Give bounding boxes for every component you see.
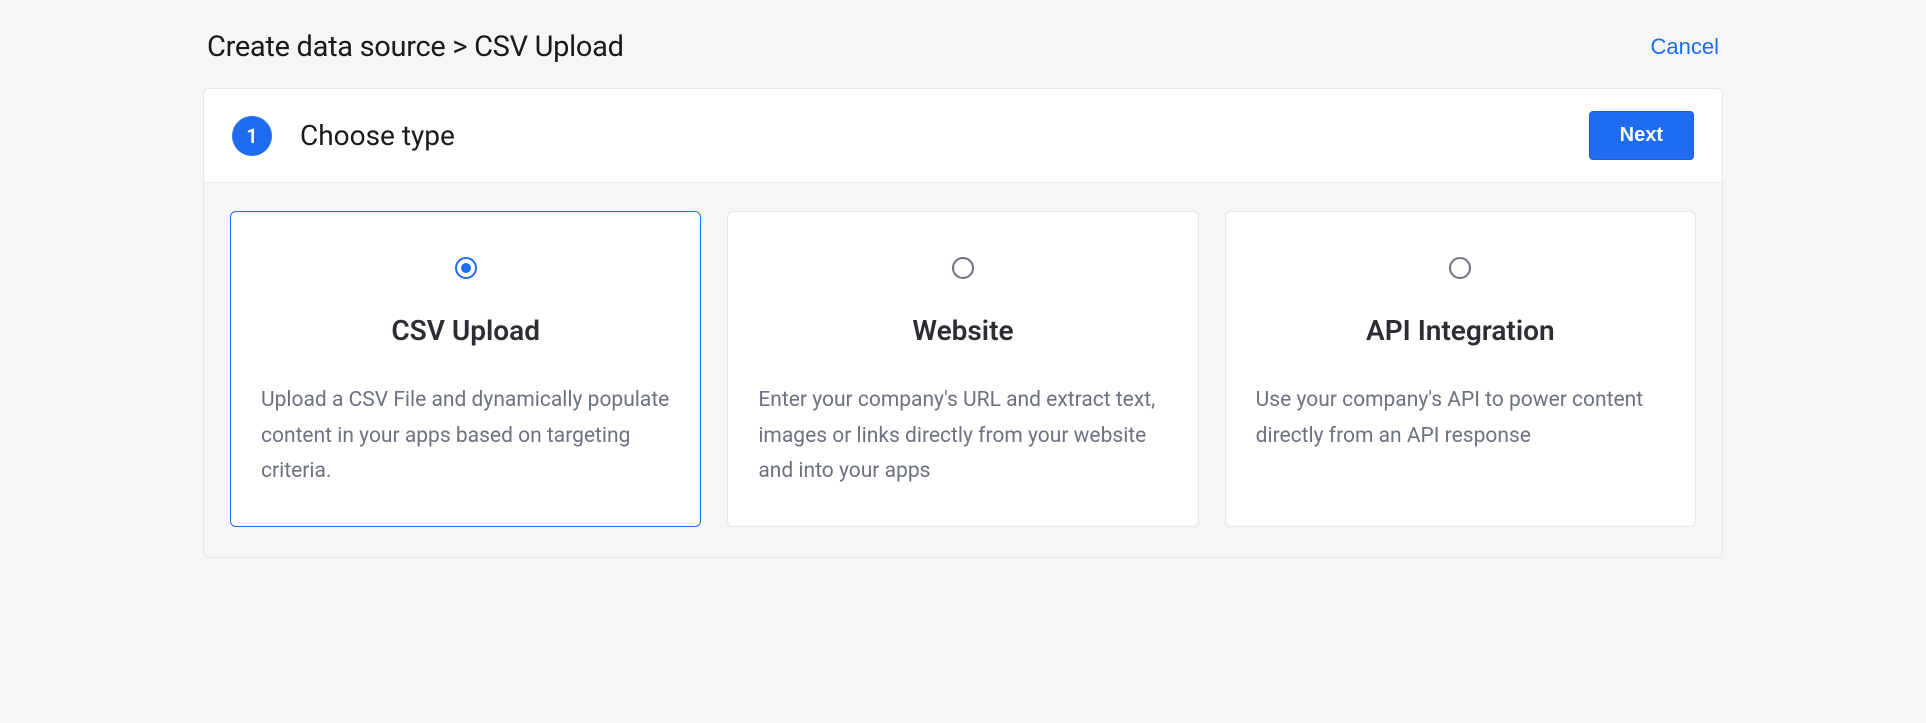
option-csv-upload[interactable]: CSV Upload Upload a CSV File and dynamic… (230, 211, 701, 527)
option-title: CSV Upload (391, 314, 540, 347)
option-title: Website (912, 314, 1013, 347)
page-header: Create data source > CSV Upload Cancel (203, 20, 1723, 88)
type-options: CSV Upload Upload a CSV File and dynamic… (204, 183, 1722, 557)
step-number-badge: 1 (232, 116, 272, 156)
step-left: 1 Choose type (232, 116, 455, 156)
step-title: Choose type (300, 119, 455, 152)
cancel-button[interactable]: Cancel (1651, 34, 1719, 60)
option-website[interactable]: Website Enter your company's URL and ext… (727, 211, 1198, 527)
next-button[interactable]: Next (1589, 111, 1694, 160)
radio-selected-icon (454, 256, 478, 280)
option-description: Enter your company's URL and extract tex… (758, 383, 1167, 490)
option-description: Upload a CSV File and dynamically popula… (261, 383, 670, 490)
wizard-panel: 1 Choose type Next CSV Upload Upload a C… (203, 88, 1723, 558)
radio-unselected-icon (1448, 256, 1472, 280)
option-description: Use your company's API to power content … (1256, 383, 1665, 454)
option-api-integration[interactable]: API Integration Use your company's API t… (1225, 211, 1696, 527)
radio-unselected-icon (951, 256, 975, 280)
option-title: API Integration (1366, 314, 1555, 347)
breadcrumb: Create data source > CSV Upload (207, 30, 624, 64)
step-header: 1 Choose type Next (204, 89, 1722, 183)
